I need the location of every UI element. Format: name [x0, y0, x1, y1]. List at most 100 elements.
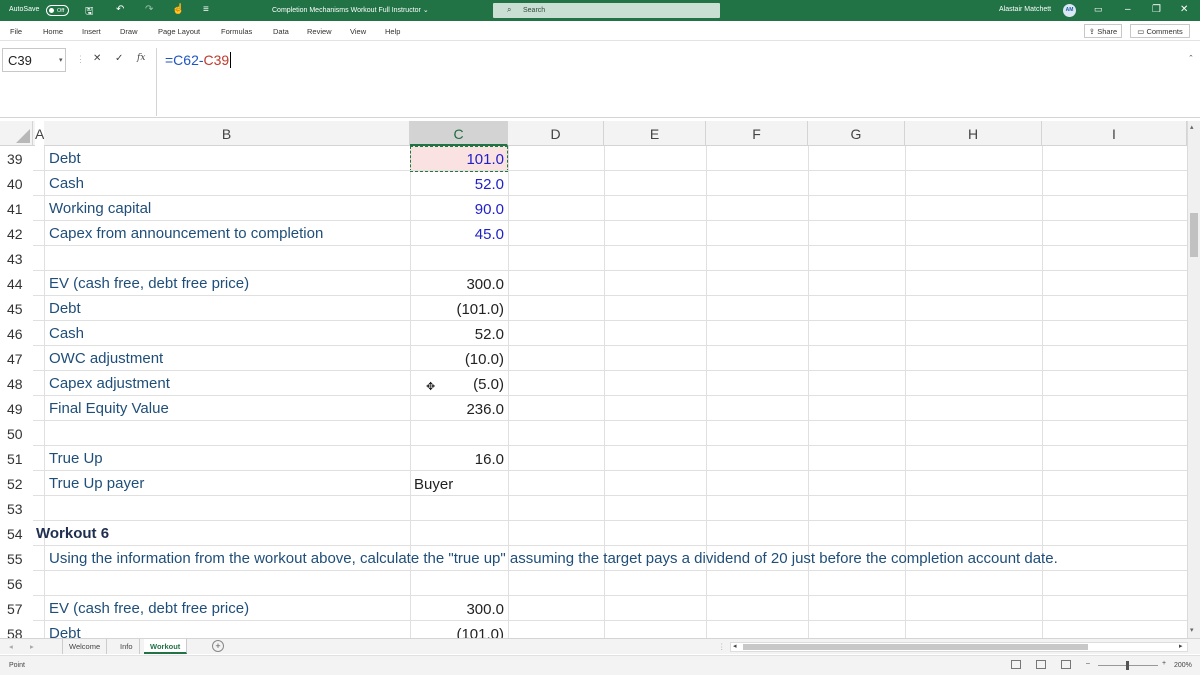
- restore-icon[interactable]: ❐: [1152, 4, 1161, 15]
- name-box-dropdown-icon[interactable]: ▾: [59, 56, 63, 64]
- cell-value[interactable]: (10.0): [411, 351, 504, 368]
- tab-welcome[interactable]: Welcome: [62, 639, 108, 654]
- cell-value[interactable]: (101.0): [411, 301, 504, 318]
- prev-sheet-icon[interactable]: ◂: [9, 642, 13, 651]
- cell-label[interactable]: True Up: [49, 450, 103, 467]
- instruction-text[interactable]: Using the information from the workout a…: [49, 550, 1058, 567]
- scroll-right-icon[interactable]: ▸: [1179, 642, 1183, 650]
- cell-label[interactable]: True Up payer: [49, 475, 144, 492]
- menu-help[interactable]: Help: [385, 27, 400, 36]
- avatar[interactable]: AM: [1063, 4, 1076, 17]
- cell-value[interactable]: (101.0): [411, 626, 504, 638]
- save-icon[interactable]: 🖫: [85, 4, 94, 21]
- cell-label[interactable]: EV (cash free, debt free price): [49, 600, 249, 617]
- menu-insert[interactable]: Insert: [82, 27, 101, 36]
- cell-label[interactable]: Cash: [49, 325, 84, 342]
- scroll-thumb[interactable]: [1190, 213, 1198, 257]
- cell-label[interactable]: Cash: [49, 175, 84, 192]
- column-header-c[interactable]: C: [410, 121, 508, 146]
- scroll-up-icon[interactable]: ▴: [1190, 123, 1194, 131]
- zoom-level[interactable]: 200%: [1174, 662, 1192, 669]
- horizontal-scrollbar[interactable]: ◂ ▸: [730, 642, 1188, 652]
- name-box[interactable]: C39 ▾: [2, 48, 66, 72]
- cell-label[interactable]: Capex adjustment: [49, 375, 170, 392]
- menu-home[interactable]: Home: [43, 27, 63, 36]
- row-number[interactable]: 49: [0, 396, 33, 421]
- row-number[interactable]: 47: [0, 346, 33, 371]
- cell-value[interactable]: 300.0: [411, 276, 504, 293]
- zoom-in-icon[interactable]: +: [1162, 660, 1166, 667]
- tab-info[interactable]: Info: [114, 639, 140, 654]
- row-number[interactable]: 40: [0, 171, 33, 196]
- normal-view-icon[interactable]: [1011, 660, 1021, 669]
- menu-file[interactable]: File: [10, 27, 22, 36]
- add-sheet-icon[interactable]: +: [212, 640, 224, 652]
- cell-value[interactable]: 16.0: [411, 451, 504, 468]
- cell-value[interactable]: 236.0: [411, 401, 504, 418]
- menu-formulas[interactable]: Formulas: [221, 27, 252, 36]
- column-header-g[interactable]: G: [808, 121, 905, 146]
- row-number[interactable]: 42: [0, 221, 33, 246]
- row-number[interactable]: 55: [0, 546, 33, 571]
- zoom-slider-knob[interactable]: [1126, 661, 1129, 670]
- row-number[interactable]: 50: [0, 421, 33, 446]
- select-all-button[interactable]: [0, 121, 33, 146]
- enter-icon[interactable]: ✓: [115, 53, 123, 64]
- cell-label[interactable]: Capex from announcement to completion: [49, 225, 323, 242]
- page-break-view-icon[interactable]: [1061, 660, 1071, 669]
- menu-page-layout[interactable]: Page Layout: [158, 27, 200, 36]
- row-number[interactable]: 58: [0, 621, 33, 638]
- close-icon[interactable]: ✕: [1180, 4, 1188, 15]
- column-header-a[interactable]: A: [33, 121, 44, 146]
- row-number[interactable]: 53: [0, 496, 33, 521]
- menu-draw[interactable]: Draw: [120, 27, 138, 36]
- ribbon-display-icon[interactable]: ▭: [1094, 4, 1103, 15]
- cell-value[interactable]: 52.0: [411, 176, 504, 193]
- share-button[interactable]: ⇪ Share: [1084, 24, 1122, 38]
- cell-value[interactable]: 90.0: [411, 201, 504, 218]
- cell-label[interactable]: Working capital: [49, 200, 151, 217]
- column-header-e[interactable]: E: [604, 121, 706, 146]
- minimize-icon[interactable]: –: [1125, 4, 1131, 15]
- insert-function-icon[interactable]: fx: [137, 53, 145, 63]
- column-header-h[interactable]: H: [905, 121, 1042, 146]
- redo-icon[interactable]: ↷: [145, 4, 153, 15]
- horizontal-scroll-thumb[interactable]: [743, 644, 1088, 650]
- cell-label[interactable]: Debt: [49, 300, 81, 317]
- row-number[interactable]: 48: [0, 371, 33, 396]
- row-number[interactable]: 43: [0, 246, 33, 271]
- autosave-toggle[interactable]: Off: [46, 5, 69, 16]
- customize-toolbar-icon[interactable]: ≡: [203, 4, 209, 15]
- next-sheet-icon[interactable]: ▸: [30, 642, 34, 651]
- row-number[interactable]: 44: [0, 271, 33, 296]
- cell-value[interactable]: 45.0: [411, 226, 504, 243]
- tab-splitter-icon[interactable]: ⋮: [718, 642, 726, 651]
- formula-input[interactable]: =C62-C39: [156, 48, 1197, 116]
- vertical-scrollbar[interactable]: ▴ ▾: [1187, 121, 1200, 638]
- worksheet-grid[interactable]: A B C D E F G H I 39 Debt 101.0 40 Cash …: [0, 121, 1187, 638]
- user-name[interactable]: Alastair Matchett: [999, 6, 1051, 13]
- scroll-left-icon[interactable]: ◂: [733, 642, 737, 650]
- row-number[interactable]: 46: [0, 321, 33, 346]
- cell-value[interactable]: 300.0: [411, 601, 504, 618]
- cell-label[interactable]: Final Equity Value: [49, 400, 169, 417]
- collapse-formula-bar-icon[interactable]: ⌃: [1188, 54, 1194, 62]
- touch-mode-icon[interactable]: ☝: [172, 4, 184, 15]
- cell-value[interactable]: Buyer: [414, 476, 507, 493]
- cell-label[interactable]: Debt: [49, 150, 81, 167]
- document-title[interactable]: Completion Mechanisms Workout Full Instr…: [272, 6, 429, 14]
- column-header-i[interactable]: I: [1042, 121, 1187, 146]
- menu-data[interactable]: Data: [273, 27, 289, 36]
- cell-value[interactable]: 52.0: [411, 326, 504, 343]
- cell-label[interactable]: Debt: [49, 625, 81, 638]
- scroll-down-icon[interactable]: ▾: [1190, 626, 1194, 634]
- row-number[interactable]: 54: [0, 521, 33, 546]
- undo-icon[interactable]: ↶: [116, 4, 124, 15]
- tab-workout[interactable]: Workout: [144, 639, 188, 654]
- cell-value[interactable]: 101.0: [411, 151, 504, 168]
- row-number[interactable]: 57: [0, 596, 33, 621]
- comments-button[interactable]: ▭ Comments: [1130, 24, 1190, 38]
- row-number[interactable]: 41: [0, 196, 33, 221]
- cell-label[interactable]: OWC adjustment: [49, 350, 163, 367]
- row-number[interactable]: 39: [0, 146, 33, 171]
